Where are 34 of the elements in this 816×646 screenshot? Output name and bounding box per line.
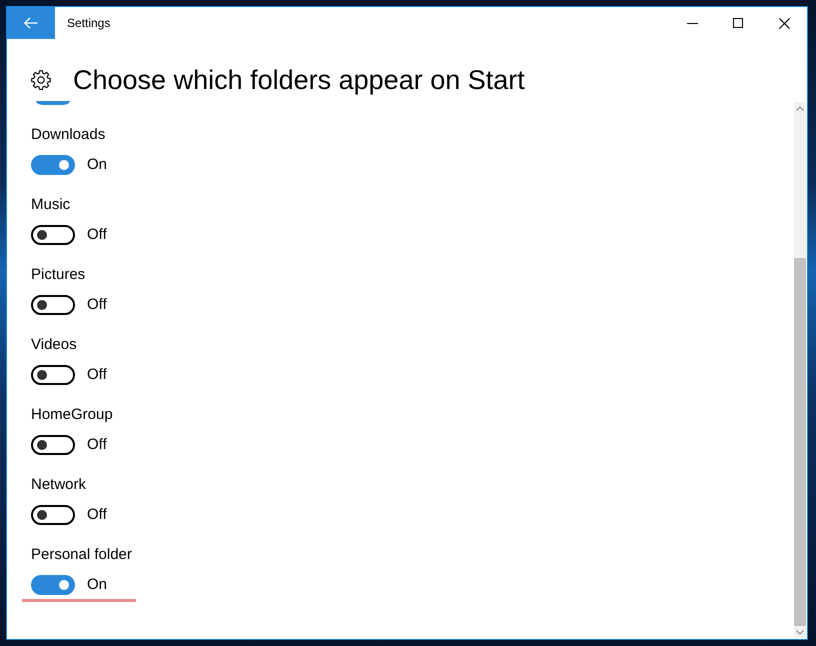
minimize-icon — [686, 22, 698, 24]
toggle-switch[interactable] — [31, 435, 75, 455]
folder-label: Downloads — [31, 125, 106, 145]
folder-label: Pictures — [31, 265, 86, 285]
folder-label: Music — [31, 195, 70, 215]
toggle-switch[interactable] — [31, 505, 75, 525]
folder-label: Videos — [31, 335, 77, 355]
toggle-switch[interactable] — [31, 365, 75, 385]
chevron-up-icon[interactable] — [796, 106, 804, 110]
toggle-state-text: Off — [87, 225, 107, 245]
toggle-switch[interactable] — [31, 155, 75, 175]
toggle-state-text: Off — [87, 365, 107, 385]
back-arrow-icon — [24, 17, 38, 29]
scrollbar[interactable] — [794, 102, 806, 638]
scrollbar-thumb[interactable] — [794, 258, 806, 626]
toggle-switch[interactable] — [31, 575, 75, 595]
maximize-icon — [733, 18, 743, 28]
settings-icon — [31, 70, 51, 90]
folder-label: Personal folder — [31, 545, 132, 565]
window-title: Settings — [67, 15, 110, 32]
back-button[interactable] — [7, 7, 55, 39]
toggle-state-text: Off — [87, 295, 107, 315]
toggle-switch[interactable] — [31, 225, 75, 245]
toggle-state-text: Off — [87, 435, 107, 455]
toggle-state-text: On — [87, 575, 108, 595]
toggle-state-text: On — [87, 155, 108, 175]
chevron-down-icon[interactable] — [796, 630, 804, 634]
toggle-switch[interactable] — [31, 295, 75, 315]
clipped-toggle-switch[interactable] — [36, 101, 70, 105]
toggle-state-text: Off — [87, 505, 107, 525]
folder-label: HomeGroup — [31, 405, 113, 425]
close-icon — [778, 18, 790, 28]
folder-label: Network — [31, 475, 86, 495]
page-title: Choose which folders appear on Start — [73, 64, 525, 97]
